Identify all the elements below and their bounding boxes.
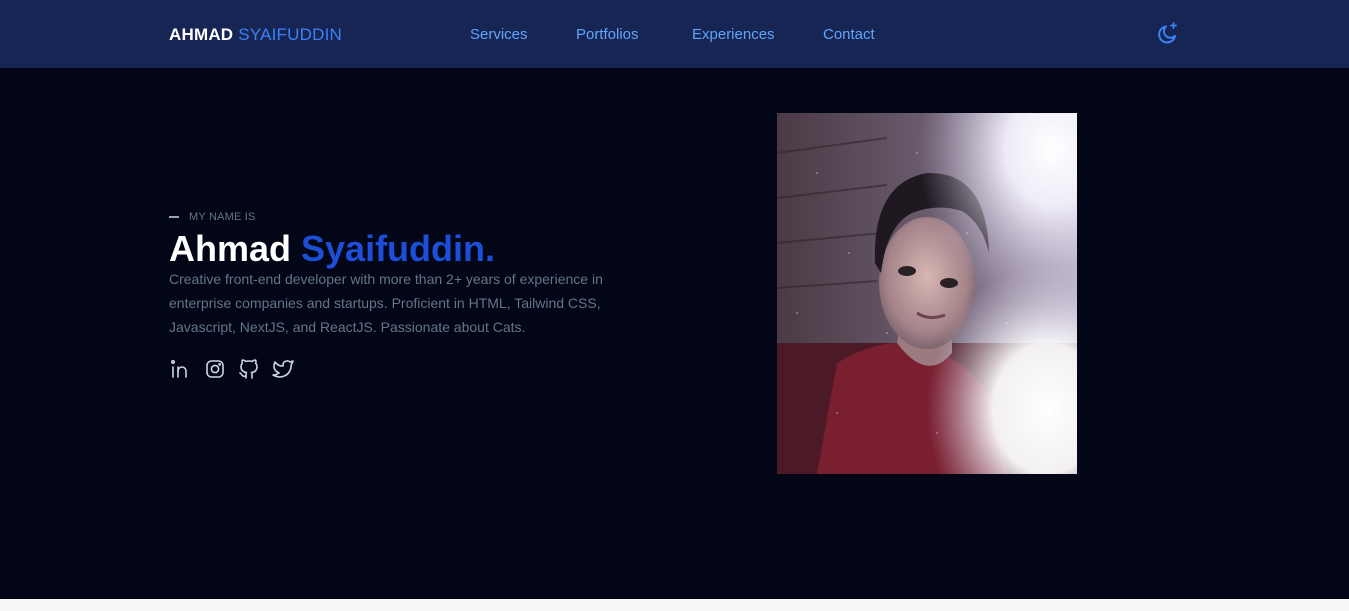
social-links xyxy=(169,357,305,381)
profile-photo-image xyxy=(777,113,1077,474)
nav-link-experiences[interactable]: Experiences xyxy=(692,25,775,45)
hero-last-name: Syaifuddin. xyxy=(301,228,496,269)
page: AHMAD SYAIFUDDIN Services Portfolios Expe… xyxy=(0,0,1349,599)
eyebrow-dash xyxy=(169,216,179,218)
theme-toggle-button[interactable] xyxy=(1155,20,1181,46)
navbar: AHMAD SYAIFUDDIN Services Portfolios Expe… xyxy=(0,0,1349,68)
hero-first-name: Ahmad xyxy=(169,228,292,269)
brand-last-name: SYAIFUDDIN xyxy=(238,25,342,44)
eyebrow-text: MY NAME IS xyxy=(189,211,256,223)
brand-first-name: AHMAD xyxy=(169,25,234,44)
instagram-icon xyxy=(206,360,224,378)
brand-logo[interactable]: AHMAD SYAIFUDDIN xyxy=(169,24,342,46)
twitter-link[interactable] xyxy=(271,357,295,381)
instagram-link[interactable] xyxy=(203,357,227,381)
hero-title: Ahmad Syaifuddin. xyxy=(169,228,495,270)
nav-link-services[interactable]: Services xyxy=(470,25,528,45)
twitter-icon xyxy=(272,360,294,378)
linkedin-icon xyxy=(170,359,187,378)
nav-link-contact[interactable]: Contact xyxy=(823,25,875,45)
hero-eyebrow: MY NAME IS xyxy=(169,210,256,224)
nav-link-portfolios[interactable]: Portfolios xyxy=(576,25,639,45)
hero-description: Creative front-end developer with more t… xyxy=(169,271,603,335)
github-link[interactable] xyxy=(237,357,261,381)
moon-star-icon xyxy=(1158,22,1177,44)
profile-photo xyxy=(777,113,1077,474)
github-icon xyxy=(239,359,258,379)
linkedin-link[interactable] xyxy=(169,357,193,381)
